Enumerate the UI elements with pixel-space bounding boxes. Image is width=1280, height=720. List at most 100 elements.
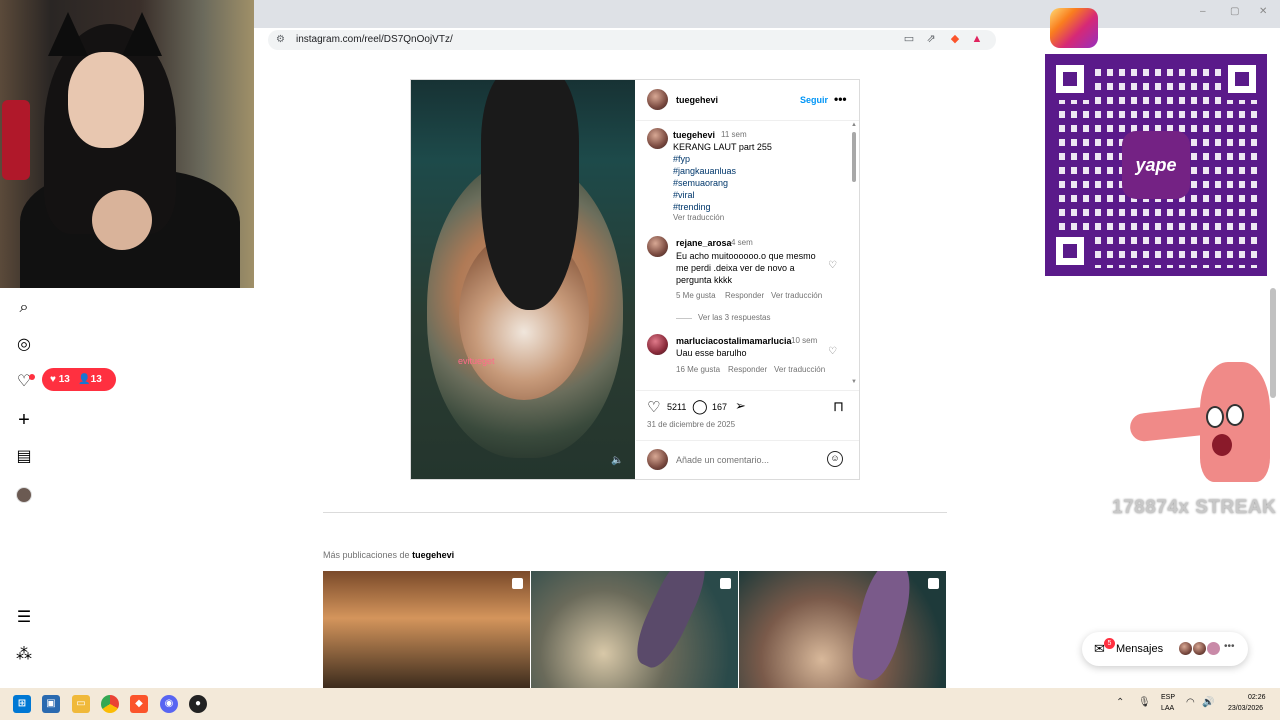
menu-icon[interactable]: ☰ xyxy=(14,608,34,628)
cam-face xyxy=(68,52,144,148)
comment-text: Uau esse barulho xyxy=(676,348,747,358)
comment-likes[interactable]: 16 Me gusta xyxy=(676,365,720,374)
comment-username[interactable]: marluciacostalimamarlucia xyxy=(676,336,792,346)
volume-icon[interactable]: 🔈 xyxy=(611,455,623,466)
brave-rewards-icon[interactable]: ▲ xyxy=(970,32,984,46)
page-scrollbar[interactable] xyxy=(1270,288,1276,398)
cam-bottle xyxy=(2,100,30,180)
comments-scroll-down-arrow[interactable]: ▼ xyxy=(851,379,857,385)
emoji-icon[interactable]: ☺ xyxy=(827,451,843,467)
comment-like-heart-icon[interactable]: ♡ xyxy=(828,260,837,271)
comment-bubble-icon[interactable]: ◯ xyxy=(692,398,708,415)
close-window-button[interactable]: ✕ xyxy=(1259,6,1267,17)
task-view-icon[interactable]: ▣ xyxy=(42,695,60,713)
comment-translate-link[interactable]: Ver traducción xyxy=(774,365,825,374)
share-page-icon[interactable]: ⇗ xyxy=(924,32,938,46)
hashtag-link[interactable]: #trending xyxy=(673,202,711,212)
like-count[interactable]: 5211 xyxy=(667,402,686,412)
comment-reply-button[interactable]: Responder xyxy=(728,365,767,374)
notif-followers-count: 13 xyxy=(90,374,102,385)
create-icon[interactable]: + xyxy=(14,410,34,430)
post-date: 31 de diciembre de 2025 xyxy=(647,420,736,429)
wifi-icon[interactable]: ◠ xyxy=(1186,697,1195,708)
qr-finder xyxy=(1049,230,1091,272)
microphone-icon[interactable]: 🎙 xyxy=(1138,697,1151,708)
post-thumbnail[interactable] xyxy=(323,571,530,689)
caption-avatar[interactable] xyxy=(647,128,668,149)
cat-ear-right xyxy=(122,12,162,56)
share-send-icon[interactable]: ➢ xyxy=(735,398,746,414)
caption-text: KERANG LAUT part 255 xyxy=(673,142,772,152)
bookmark-icon[interactable]: ⊓ xyxy=(833,398,844,415)
chrome-icon[interactable] xyxy=(101,695,119,713)
hashtag-link[interactable]: #fyp xyxy=(673,154,690,164)
notification-badge[interactable]: ♥ 13 👤13 xyxy=(42,368,116,391)
comments-scrollbar[interactable] xyxy=(852,132,856,182)
url-text[interactable]: instagram.com/reel/DS7QnOojVTz/ xyxy=(296,34,453,45)
messages-more-icon: ••• xyxy=(1224,641,1235,652)
messages-button[interactable]: ✉ 5 Mensajes ••• xyxy=(1082,632,1248,666)
search-icon[interactable]: ⌕ xyxy=(14,298,34,318)
comments-scroll-up-arrow[interactable]: ▲ xyxy=(851,122,857,128)
webcam-overlay xyxy=(0,0,254,288)
comment-likes[interactable]: 5 Me gusta xyxy=(676,291,716,300)
cam-chest xyxy=(92,190,152,250)
author-avatar[interactable] xyxy=(647,89,668,110)
cast-icon[interactable]: ▭ xyxy=(902,32,916,46)
comment-avatar[interactable] xyxy=(647,334,668,355)
keyboard-language[interactable]: ESP xyxy=(1161,694,1175,701)
comment-avatar[interactable] xyxy=(647,236,668,257)
more-posts-username[interactable]: tuegehevi xyxy=(412,550,454,560)
yape-logo: yape xyxy=(1122,131,1190,199)
brave-icon[interactable]: ◆ xyxy=(130,695,148,713)
more-posts-label: Más publicaciones de xyxy=(323,550,410,560)
like-heart-icon[interactable]: ♡ xyxy=(647,398,660,416)
message-avatar xyxy=(1206,641,1221,656)
tray-chevron-icon[interactable]: ⌃ xyxy=(1116,697,1124,708)
section-divider xyxy=(323,512,947,513)
reel-video[interactable]: evitueget 🔈 xyxy=(411,80,635,479)
cat-ear-left xyxy=(48,12,88,56)
caption-translate-link[interactable]: Ver traducción xyxy=(673,213,724,222)
reel-icon xyxy=(720,578,731,589)
comment-like-heart-icon[interactable]: ♡ xyxy=(828,346,837,357)
comment-time: 10 sem xyxy=(791,336,818,345)
minimize-button[interactable]: – xyxy=(1200,6,1206,17)
comment-username[interactable]: rejane_arosa xyxy=(676,238,732,248)
volume-tray-icon[interactable]: 🔊 xyxy=(1202,697,1214,708)
file-explorer-icon[interactable]: ▭ xyxy=(72,695,90,713)
qr-finder xyxy=(1049,58,1091,100)
author-username[interactable]: tuegehevi xyxy=(676,95,718,105)
threads-icon[interactable]: ⁂ xyxy=(14,645,34,665)
comment-translate-link[interactable]: Ver traducción xyxy=(771,291,822,300)
view-replies-link[interactable]: Ver las 3 respuestas xyxy=(698,313,770,322)
caption-username[interactable]: tuegehevi xyxy=(673,130,715,140)
explore-icon[interactable]: ◎ xyxy=(14,335,34,355)
hashtag-link[interactable]: #viral xyxy=(673,190,695,200)
hashtag-link[interactable]: #semuaorang xyxy=(673,178,728,188)
brave-shields-icon[interactable]: ◆ xyxy=(948,32,962,46)
clock-date[interactable]: 23/03/2026 xyxy=(1228,705,1263,712)
message-avatar xyxy=(1178,641,1193,656)
profile-avatar[interactable] xyxy=(16,487,32,503)
obs-icon[interactable]: ● xyxy=(189,695,207,713)
post-thumbnail[interactable] xyxy=(531,571,738,689)
yape-qr-code: yape xyxy=(1045,54,1267,276)
windows-start-icon[interactable]: ⊞ xyxy=(13,695,31,713)
clock-time[interactable]: 02:26 xyxy=(1248,694,1266,701)
patrick-star-sticker xyxy=(1128,362,1280,492)
post-thumbnail[interactable] xyxy=(739,571,946,689)
dashboard-icon[interactable]: ▤ xyxy=(14,447,34,467)
more-options-icon[interactable]: ••• xyxy=(834,92,847,106)
site-info-icon[interactable]: ⚙ xyxy=(276,34,288,46)
hashtag-link[interactable]: #jangkauanluas xyxy=(673,166,736,176)
keyboard-layout[interactable]: LAA xyxy=(1161,705,1174,712)
streak-counter: 178874x STREAK xyxy=(1112,497,1277,518)
maximize-button[interactable]: ▢ xyxy=(1230,6,1239,17)
probe-image xyxy=(844,571,918,685)
discord-icon[interactable]: ◉ xyxy=(160,695,178,713)
comment-reply-button[interactable]: Responder xyxy=(725,291,764,300)
comment-input[interactable] xyxy=(676,452,816,468)
messages-count-badge: 5 xyxy=(1104,638,1115,649)
follow-button[interactable]: Seguir xyxy=(800,95,828,105)
